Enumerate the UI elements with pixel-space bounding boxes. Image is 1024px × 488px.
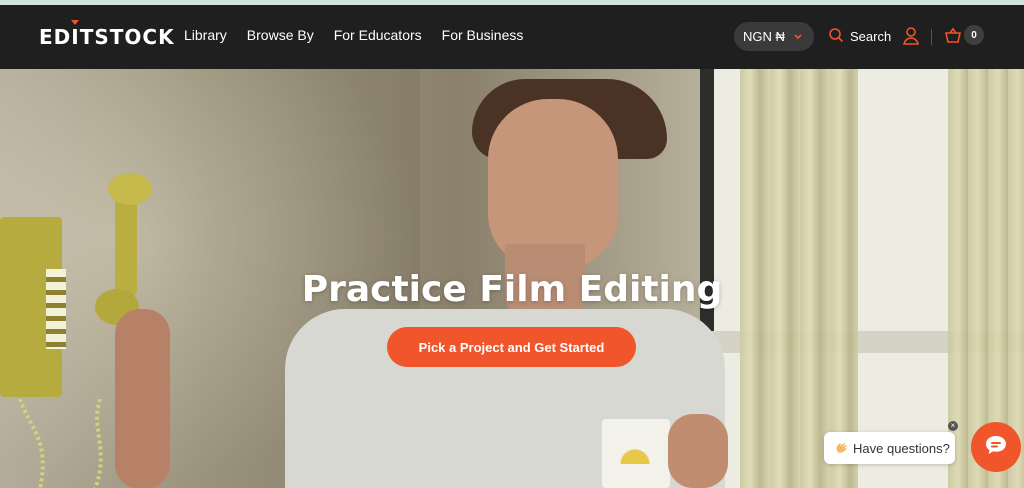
hero-title: Practice Film Editing xyxy=(301,269,723,310)
waving-hand-icon xyxy=(834,440,848,457)
nav-for-business[interactable]: For Business xyxy=(442,27,524,43)
logo-text-pre: ED xyxy=(39,25,72,49)
nav-divider xyxy=(931,29,932,45)
search-button[interactable]: Search xyxy=(828,27,891,46)
search-icon xyxy=(828,27,844,46)
chat-prompt-text: Have questions? xyxy=(853,440,950,456)
hero-person-arm xyxy=(115,309,170,488)
chat-prompt-bubble[interactable]: Have questions? xyxy=(824,432,955,464)
nav-library[interactable]: Library xyxy=(184,27,227,43)
chat-prompt-close-button[interactable]: × xyxy=(948,421,958,431)
logo-text-i: I xyxy=(71,25,80,49)
user-icon[interactable] xyxy=(902,26,920,51)
chevron-down-icon xyxy=(792,30,804,45)
currency-selector[interactable]: NGN ₦ xyxy=(734,22,814,51)
search-label: Search xyxy=(850,29,892,44)
hero-person-hand xyxy=(668,414,728,488)
main-nav: Library Browse By For Educators For Busi… xyxy=(184,27,523,43)
nav-browse-by[interactable]: Browse By xyxy=(247,27,314,43)
currency-label: NGN ₦ xyxy=(743,29,785,44)
logo-text-post: TSTOCK xyxy=(79,25,175,49)
pick-project-button[interactable]: Pick a Project and Get Started xyxy=(387,327,636,367)
top-navbar: ED I TSTOCK Library Browse By For Educator… xyxy=(0,5,1024,69)
logo-tick-mark xyxy=(71,20,80,25)
hero-mug-sun-graphic xyxy=(612,434,658,464)
editstock-logo[interactable]: ED I TSTOCK xyxy=(39,20,175,49)
chat-launcher-button[interactable] xyxy=(971,422,1021,472)
logo-i: I xyxy=(71,20,80,49)
hero-phone-cord xyxy=(18,399,103,488)
hero-banner: Practice Film Editing Pick a Project and… xyxy=(0,69,1024,488)
nav-for-educators[interactable]: For Educators xyxy=(334,27,422,43)
chat-icon xyxy=(984,434,1008,461)
basket-icon[interactable] xyxy=(944,26,962,49)
cart-count-badge[interactable]: 0 xyxy=(964,25,984,45)
